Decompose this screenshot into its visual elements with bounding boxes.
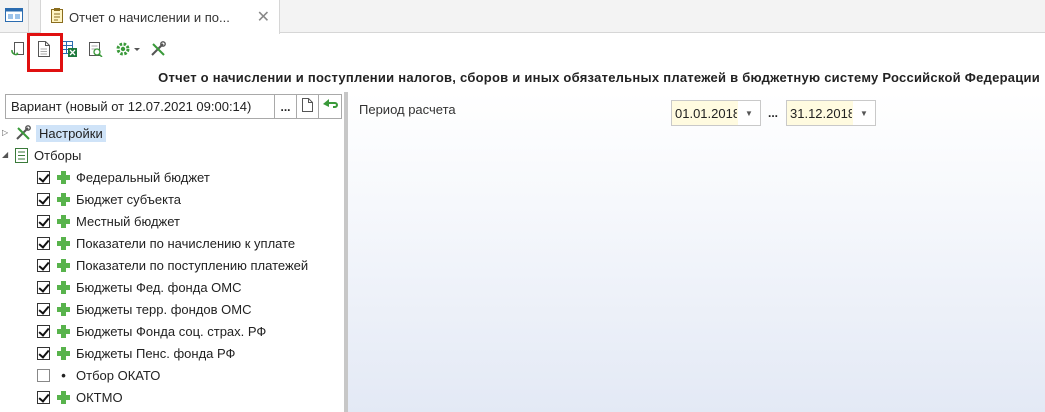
plus-icon bbox=[57, 346, 70, 360]
checkbox-checked[interactable] bbox=[37, 258, 50, 272]
left-panel: Вариант (новый от 12.07.2021 09:00:14) .… bbox=[0, 92, 344, 412]
filter-item-label: ОКТМО bbox=[76, 389, 123, 405]
filter-item[interactable]: Бюджеты Фед. фонда ОМС bbox=[0, 276, 340, 298]
variant-apply-button[interactable] bbox=[319, 94, 342, 119]
tab-strip: Отчет о начислении и по... ✕ bbox=[0, 0, 1045, 34]
home-tab[interactable] bbox=[0, 0, 29, 33]
filter-item[interactable]: Бюджеты терр. фондов ОМС bbox=[0, 298, 340, 320]
filter-item-label: Федеральный бюджет bbox=[76, 169, 210, 185]
filter-item-label: Бюджеты Фед. фонда ОМС bbox=[76, 279, 242, 295]
window-list-icon bbox=[5, 8, 23, 25]
filter-item[interactable]: Показатели по поступлению платежей bbox=[0, 254, 340, 276]
filter-item[interactable]: • Отбор ОКАТО bbox=[0, 364, 340, 386]
tree-node-filters[interactable]: ◢ Отборы bbox=[0, 144, 340, 166]
settings-tree: ▷ Настройки ◢ Отборы Федеральный бюджет Б… bbox=[0, 122, 340, 408]
plus-icon bbox=[57, 236, 70, 250]
checkbox-checked[interactable] bbox=[37, 324, 50, 338]
chevron-down-icon[interactable]: ▼ bbox=[853, 101, 875, 125]
period-label: Период расчета bbox=[359, 102, 456, 117]
period-separator: ... bbox=[768, 106, 779, 120]
filter-item-label: Бюджеты Пенс. фонда РФ bbox=[76, 345, 236, 361]
filter-item-label: Показатели по начислению к уплате bbox=[76, 235, 296, 251]
document-icon bbox=[302, 98, 313, 115]
highlight-box bbox=[27, 33, 63, 72]
tab-report[interactable]: Отчет о начислении и по... ✕ bbox=[40, 0, 280, 34]
plus-icon bbox=[57, 192, 70, 206]
refresh-doc-icon bbox=[11, 41, 27, 60]
period-to-value[interactable]: 31.12.2018 bbox=[790, 106, 852, 121]
plus-icon bbox=[57, 214, 70, 228]
back-arrow-icon bbox=[322, 98, 338, 115]
tree-node-settings-label: Настройки bbox=[36, 124, 106, 142]
plus-icon bbox=[57, 390, 70, 404]
tab-title: Отчет о начислении и по... bbox=[69, 9, 230, 25]
filter-item[interactable]: Бюджеты Пенс. фонда РФ bbox=[0, 342, 340, 364]
period-from-value[interactable]: 01.01.2018 bbox=[675, 106, 737, 121]
checkbox-checked[interactable] bbox=[37, 214, 50, 228]
tree-node-filters-label: Отборы bbox=[34, 147, 82, 163]
toolbar bbox=[0, 34, 1045, 68]
filter-item[interactable]: Показатели по начислению к уплате bbox=[0, 232, 340, 254]
filter-item-label: Местный бюджет bbox=[76, 213, 180, 229]
chevron-down-icon[interactable]: ▼ bbox=[738, 101, 760, 125]
report-title: Отчет о начислении и поступлении налогов… bbox=[158, 70, 1040, 85]
filter-item[interactable]: Бюджет субъекта bbox=[0, 188, 340, 210]
checkbox-checked[interactable] bbox=[37, 192, 50, 206]
tab-close-icon[interactable]: ✕ bbox=[257, 7, 270, 27]
variant-save-button[interactable] bbox=[297, 94, 319, 119]
checkbox-checked[interactable] bbox=[37, 236, 50, 250]
checkbox-unchecked[interactable] bbox=[37, 368, 50, 382]
plus-icon bbox=[57, 302, 70, 316]
filter-item-label: Бюджеты Фонда соц. страх. РФ bbox=[76, 323, 267, 339]
print-preview-button[interactable] bbox=[84, 39, 106, 61]
filter-items: Федеральный бюджет Бюджет субъекта Местный… bbox=[0, 166, 340, 408]
plus-icon bbox=[57, 258, 70, 272]
filter-item-label: Отбор ОКАТО bbox=[76, 367, 161, 383]
plus-icon bbox=[57, 170, 70, 184]
checkbox-checked[interactable] bbox=[37, 280, 50, 294]
tools-icon bbox=[15, 125, 31, 141]
variant-input[interactable]: Вариант (новый от 12.07.2021 09:00:14) bbox=[5, 94, 275, 119]
collapse-down-icon[interactable]: ◢ bbox=[2, 150, 8, 159]
parameters-panel: Период расчета 01.01.2018 ▼ ... 31.12.20… bbox=[348, 92, 1045, 412]
filter-item[interactable]: Федеральный бюджет bbox=[0, 166, 340, 188]
checkbox-checked[interactable] bbox=[37, 170, 50, 184]
filter-list-icon bbox=[15, 147, 28, 163]
tree-node-settings[interactable]: ▷ Настройки bbox=[0, 122, 340, 144]
tools-button[interactable] bbox=[147, 39, 169, 61]
filter-item[interactable]: Местный бюджет bbox=[0, 210, 340, 232]
checkbox-checked[interactable] bbox=[37, 390, 50, 404]
checkbox-checked[interactable] bbox=[37, 302, 50, 316]
dot-icon: • bbox=[61, 367, 66, 383]
plus-icon bbox=[57, 280, 70, 294]
filter-item[interactable]: Бюджеты Фонда соц. страх. РФ bbox=[0, 320, 340, 342]
filter-item-label: Бюджет субъекта bbox=[76, 191, 182, 207]
checkbox-checked[interactable] bbox=[37, 346, 50, 360]
period-to-field[interactable]: 31.12.2018 ▼ bbox=[786, 100, 876, 126]
filter-item-label: Показатели по поступлению платежей bbox=[76, 257, 309, 273]
filter-item-label: Бюджеты терр. фондов ОМС bbox=[76, 301, 252, 317]
expand-right-icon[interactable]: ▷ bbox=[2, 128, 8, 137]
tools-icon bbox=[150, 40, 166, 60]
variant-select-button[interactable]: ... bbox=[275, 94, 297, 119]
period-from-field[interactable]: 01.01.2018 ▼ bbox=[671, 100, 761, 126]
print-preview-icon bbox=[87, 41, 103, 60]
settings-menu-button[interactable] bbox=[113, 39, 143, 61]
plus-icon bbox=[57, 324, 70, 338]
gear-icon bbox=[115, 41, 141, 60]
filter-item[interactable]: ОКТМО bbox=[0, 386, 340, 408]
report-doc-icon bbox=[51, 8, 63, 26]
